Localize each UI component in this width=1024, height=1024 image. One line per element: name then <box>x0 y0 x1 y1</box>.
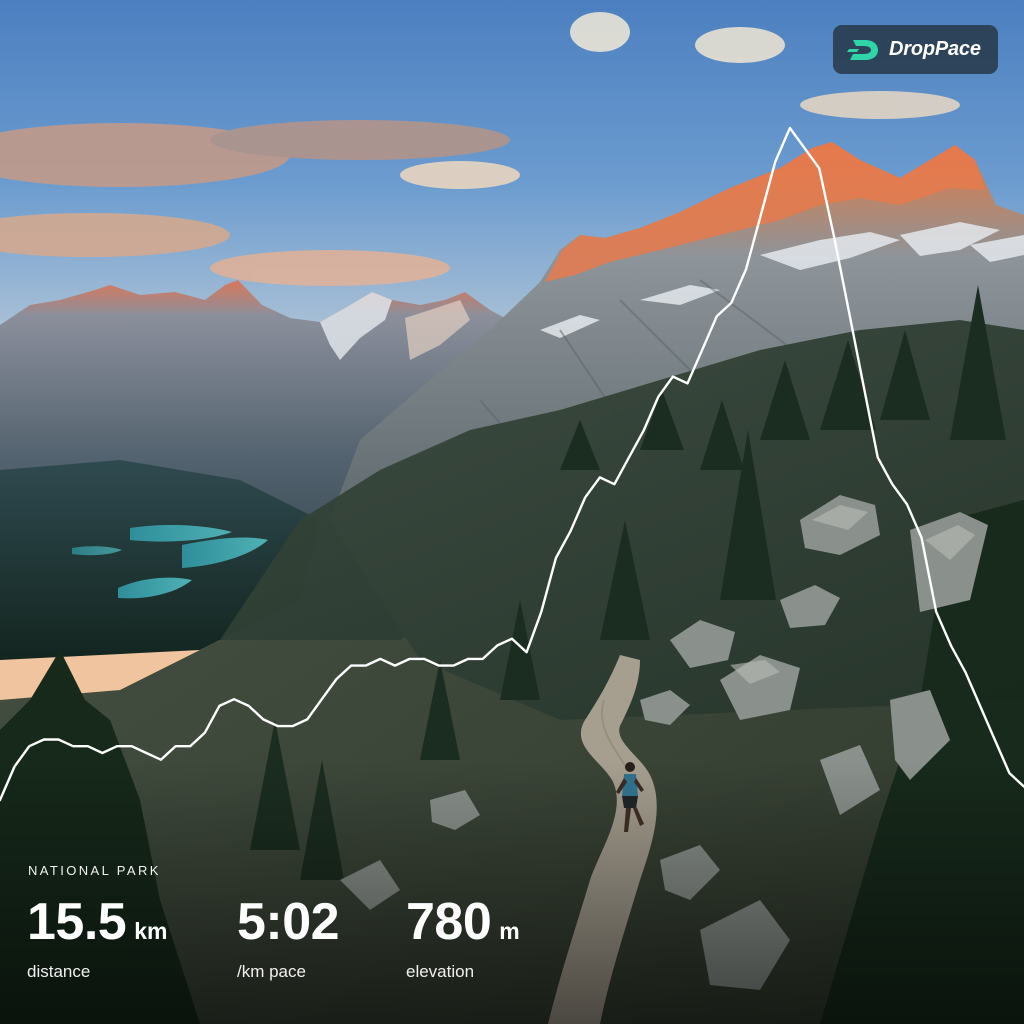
story-card: DropPace NATIONAL PARK 15.5 km distance 5… <box>0 0 1024 1024</box>
droppace-logo-icon <box>847 39 878 60</box>
mountain-trail-photo <box>0 0 1024 1024</box>
brand-name: DropPace <box>889 38 981 60</box>
brand-badge[interactable]: DropPace <box>833 25 998 74</box>
